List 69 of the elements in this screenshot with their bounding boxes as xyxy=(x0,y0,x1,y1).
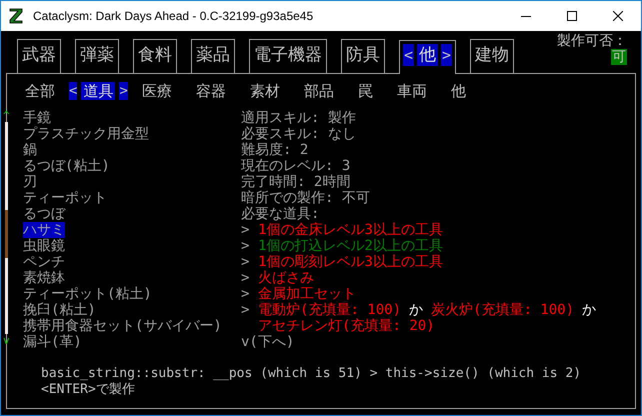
category-tab[interactable]: 医療 xyxy=(142,82,172,100)
category-tab[interactable]: 容器 xyxy=(196,82,226,100)
requirement-marker: > xyxy=(241,270,250,286)
requirement-marker: > xyxy=(241,302,250,318)
recipe-item[interactable]: ペンチ xyxy=(23,254,65,270)
category-tab[interactable]: 車両 xyxy=(396,82,427,100)
recipe-item[interactable]: 手鏡 xyxy=(23,110,51,126)
recipe-item[interactable]: 刃 xyxy=(23,174,37,190)
close-icon xyxy=(613,11,623,21)
tab[interactable]: 建物 xyxy=(470,39,514,73)
recipe-item[interactable]: ハサミ xyxy=(23,222,65,238)
recipe-item[interactable]: ティーポット(粘土) xyxy=(23,286,152,302)
tab[interactable]: 薬品 xyxy=(191,39,235,73)
tab-prev-marker: < xyxy=(403,44,414,66)
recipe-item[interactable]: 虫眼鏡 xyxy=(23,238,65,254)
scroll-up-marker[interactable]: ^ xyxy=(3,110,10,122)
window-title: Cataclysm: Dark Days Ahead - 0.C-32199-g93a5e45 xyxy=(33,8,314,25)
subtab-next-marker: > xyxy=(119,82,128,100)
detail-line: 難易度: 2 xyxy=(241,142,308,158)
recipe-item[interactable]: 漏斗(革) xyxy=(23,334,82,350)
detail-line: 暗所での製作: 不可 xyxy=(241,190,370,206)
recipe-item[interactable]: 挽臼(粘土) xyxy=(23,302,96,318)
requirement-text: 電動炉(充填量: 100) xyxy=(258,302,402,318)
detail-line: v(下へ) xyxy=(241,334,294,350)
tab[interactable]: 電子機器 xyxy=(249,39,327,73)
tab[interactable]: 他 xyxy=(417,44,438,66)
recipe-item[interactable]: るつぼ xyxy=(23,206,65,222)
tab[interactable]: 弾薬 xyxy=(75,39,119,73)
z-logo-icon xyxy=(9,8,23,24)
detail-line: 適用スキル: 製作 xyxy=(241,110,356,126)
requirement-text: か xyxy=(582,302,596,318)
recipe-item[interactable]: るつぼ(粘土) xyxy=(23,158,110,174)
recipe-item[interactable]: 鍋 xyxy=(23,142,37,158)
recipe-item[interactable]: 素焼鉢 xyxy=(23,270,65,286)
detail-line: 必要スキル: なし xyxy=(241,126,356,142)
requirement-text: 火ばさみ xyxy=(258,270,314,286)
maximize-icon xyxy=(567,11,577,21)
craftable-label: 製作可否： xyxy=(557,33,627,49)
requirement-text: 金属加工セット xyxy=(258,286,356,302)
category-tab[interactable]: 素材 xyxy=(250,82,280,100)
tab[interactable]: 防具 xyxy=(341,39,385,73)
requirement-marker: > xyxy=(241,286,250,302)
subtab-prev-marker: < xyxy=(69,82,78,100)
category-tab[interactable]: 他 xyxy=(450,82,466,100)
requirement-text: か xyxy=(409,302,424,318)
category-tab[interactable]: 全部 xyxy=(25,82,55,100)
tab[interactable]: 武器 xyxy=(17,39,61,73)
category-tab[interactable]: 部品 xyxy=(304,82,334,100)
tab-next-marker: > xyxy=(441,44,452,66)
recipe-item[interactable]: 携帯用食器セット(サバイバー) xyxy=(23,318,222,334)
requirement-text: アセチレン灯(充填量: 20) xyxy=(258,318,435,334)
requirement-text: 炭火炉(充填量: 100) xyxy=(431,302,574,318)
requirement-text: 1個の金床レベル3以上の工具 xyxy=(258,222,443,238)
detail-line: 完了時間: 2時間 xyxy=(241,174,350,190)
category-tab[interactable]: 道具 xyxy=(81,82,116,100)
recipe-item[interactable]: プラスチック用金型 xyxy=(23,126,149,142)
category-tab[interactable]: 罠 xyxy=(358,82,373,100)
message-line: <ENTER>で製作 xyxy=(41,382,136,398)
requirement-text: 1個の打込レベル2以上の工具 xyxy=(258,238,443,254)
craftable-value: 可 xyxy=(611,49,627,65)
detail-line: 現在のレベル: 3 xyxy=(241,158,350,174)
tab[interactable]: 食料 xyxy=(133,39,177,73)
recipe-item[interactable]: ティーポット xyxy=(23,190,107,206)
requirement-text: 1個の彫刻レベル3以上の工具 xyxy=(258,254,443,270)
detail-line: 必要な道具: xyxy=(241,206,320,222)
message-line: basic_string::substr: __pos (which is 51) > this->size() (which is 2) xyxy=(41,366,582,382)
requirement-marker: > xyxy=(241,222,250,238)
requirement-marker: > xyxy=(241,238,250,254)
requirement-marker: > xyxy=(241,254,250,270)
